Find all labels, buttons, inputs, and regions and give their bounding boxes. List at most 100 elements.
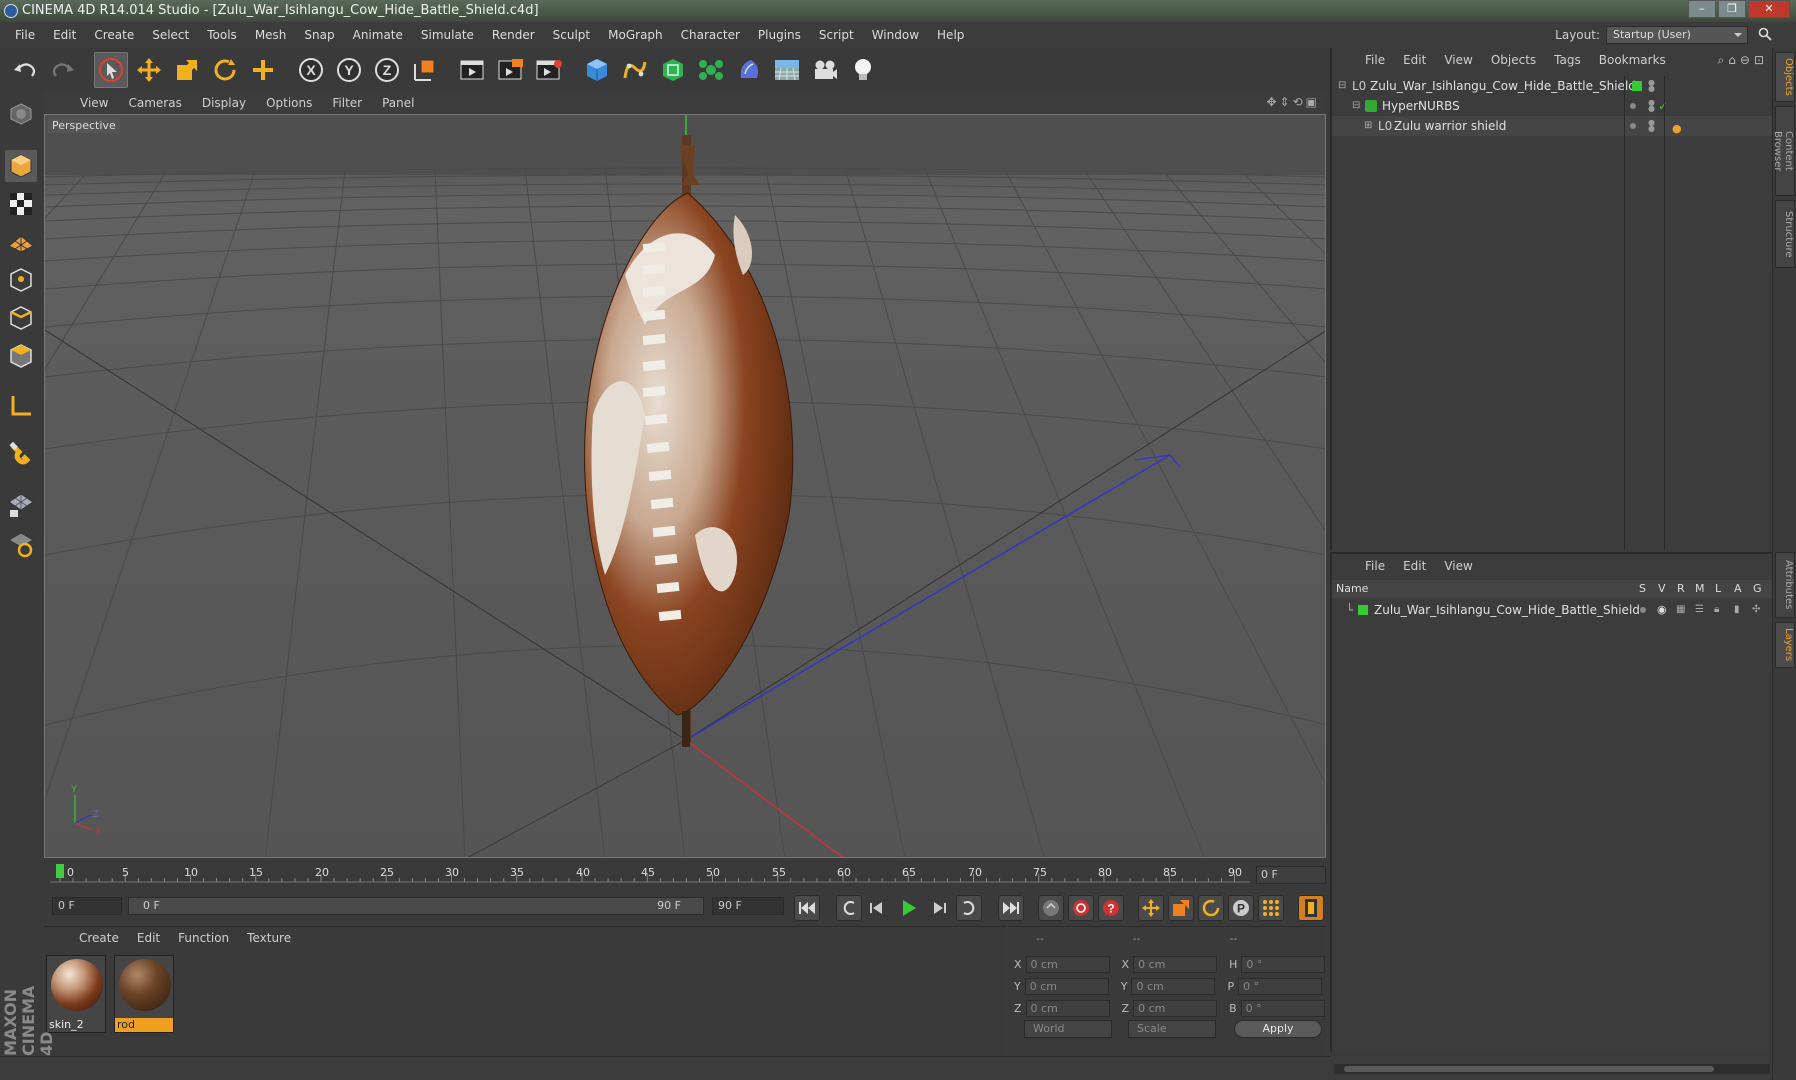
tree-row-root[interactable]: ⊟ L0 Zulu_War_Isihlangu_Cow_Hide_Battle_… — [1332, 76, 1774, 96]
cube-icon[interactable] — [580, 52, 614, 88]
rotation-p-field[interactable]: 0 ° — [1238, 977, 1323, 995]
menu-simulate[interactable]: Simulate — [412, 28, 483, 42]
live-selection-icon[interactable] — [94, 52, 128, 88]
preview-range-slider[interactable]: 0 F 90 F — [128, 897, 704, 915]
mograph-cloner-icon[interactable] — [694, 52, 728, 88]
menu-mesh[interactable]: Mesh — [246, 28, 296, 42]
play-icon[interactable] — [896, 895, 922, 921]
key-position-icon[interactable] — [1138, 895, 1164, 921]
snapping-magnet-icon[interactable] — [5, 438, 37, 470]
menu-snap[interactable]: Snap — [295, 28, 343, 42]
layers-menu-file[interactable]: File — [1356, 559, 1394, 573]
layer-color-icon[interactable] — [1358, 605, 1368, 615]
collapse-icon[interactable]: ⊟ — [1338, 76, 1346, 96]
rotate-icon[interactable] — [208, 52, 242, 88]
render-to-picture-viewer-icon[interactable] — [532, 52, 566, 88]
editor-visibility-icon[interactable] — [1630, 103, 1636, 109]
timeline-ruler[interactable]: 0 5 10 15 20 25 30 35 40 45 50 55 60 65 … — [44, 860, 1326, 890]
deformer-icon[interactable] — [732, 52, 766, 88]
previous-key-icon[interactable] — [836, 895, 862, 921]
menu-help[interactable]: Help — [928, 28, 973, 42]
key-pla-icon[interactable] — [1258, 895, 1284, 921]
next-key-icon[interactable] — [956, 895, 982, 921]
go-to-end-icon[interactable] — [998, 895, 1024, 921]
menu-tools[interactable]: Tools — [198, 28, 246, 42]
menu-animate[interactable]: Animate — [344, 28, 412, 42]
menu-script[interactable]: Script — [810, 28, 863, 42]
viewport-menu-filter[interactable]: Filter — [322, 96, 372, 110]
viewport-menu-options[interactable]: Options — [256, 96, 322, 110]
menu-edit[interactable]: Edit — [44, 28, 85, 42]
viewport-menu-panel[interactable]: Panel — [372, 96, 424, 110]
next-frame-icon[interactable] — [926, 895, 952, 921]
axis-mode-icon[interactable] — [5, 390, 37, 422]
render-toggle-icon[interactable]: ▦ — [1676, 600, 1685, 620]
menu-render[interactable]: Render — [483, 28, 544, 42]
material-menu-function[interactable]: Function — [169, 931, 238, 945]
viewport-menu-display[interactable]: Display — [192, 96, 256, 110]
solo-toggle-icon[interactable] — [1640, 607, 1646, 613]
position-z-field[interactable]: 0 cm — [1025, 999, 1110, 1017]
view-toggle-icon[interactable]: ◉ — [1657, 600, 1667, 620]
y-axis-lock-icon[interactable]: Y — [332, 52, 366, 88]
editor-visibility-icon[interactable] — [1630, 123, 1636, 129]
menu-character[interactable]: Character — [672, 28, 749, 42]
menu-sculpt[interactable]: Sculpt — [544, 28, 599, 42]
rotation-h-field[interactable]: 0 ° — [1241, 955, 1326, 973]
layers-menu-view[interactable]: View — [1435, 559, 1481, 573]
manager-toggle-icon[interactable]: ☰ — [1695, 600, 1704, 620]
viewport-perspective[interactable]: Y X Z Perspective — [44, 114, 1326, 858]
maximize-button[interactable]: ❐ — [1718, 0, 1746, 18]
coordinate-space-select[interactable]: World — [1024, 1020, 1112, 1038]
layers-menu-edit[interactable]: Edit — [1394, 559, 1435, 573]
visibility-dots-icon[interactable]: ● ● — [1648, 119, 1655, 133]
menu-file[interactable]: File — [6, 28, 44, 42]
size-x-field[interactable]: 0 cm — [1133, 955, 1218, 973]
menu-window[interactable]: Window — [863, 28, 928, 42]
texture-mode-icon[interactable] — [5, 188, 37, 220]
move-icon[interactable] — [132, 52, 166, 88]
minimize-button[interactable]: – — [1688, 0, 1716, 18]
material-menu-create[interactable]: Create — [70, 931, 128, 945]
polygons-mode-icon[interactable] — [5, 340, 37, 372]
size-z-field[interactable]: 0 cm — [1133, 999, 1218, 1017]
tab-structure[interactable]: Structure — [1775, 200, 1795, 268]
workplane-lock-icon[interactable] — [5, 488, 37, 520]
objects-menu-view[interactable]: View — [1435, 53, 1481, 67]
key-rotation-icon[interactable] — [1198, 895, 1224, 921]
undo-icon[interactable] — [8, 52, 42, 88]
keyframe-selection-icon[interactable]: ? — [1098, 895, 1124, 921]
go-to-start-icon[interactable] — [794, 895, 820, 921]
layer-row[interactable]: └ Zulu_War_Isihlangu_Cow_Hide_Battle_Shi… — [1332, 600, 1774, 620]
record-active-objects-icon[interactable] — [1038, 895, 1064, 921]
objects-menu-bookmarks[interactable]: Bookmarks — [1590, 53, 1675, 67]
visibility-dots-icon[interactable]: ● ● — [1648, 99, 1655, 113]
scrollbar-thumb[interactable] — [1344, 1066, 1714, 1072]
light-icon[interactable] — [846, 52, 880, 88]
menu-select[interactable]: Select — [143, 28, 198, 42]
visibility-dots-icon[interactable]: ● ● — [1648, 79, 1655, 93]
size-y-field[interactable]: 0 cm — [1131, 977, 1216, 995]
key-scale-icon[interactable] — [1168, 895, 1194, 921]
layer-horizontal-scrollbar[interactable] — [1334, 1064, 1770, 1074]
collapse-icon[interactable]: ⊟ — [1352, 96, 1360, 116]
previous-frame-icon[interactable] — [864, 895, 890, 921]
menu-create[interactable]: Create — [85, 28, 143, 42]
start-frame-field[interactable]: 0 F — [52, 897, 122, 915]
render-view-icon[interactable] — [456, 52, 490, 88]
objects-menu-objects[interactable]: Objects — [1482, 53, 1545, 67]
x-axis-lock-icon[interactable]: X — [294, 52, 328, 88]
add-object-icon[interactable] — [246, 52, 280, 88]
render-region-icon[interactable] — [494, 52, 528, 88]
layout-select[interactable]: Startup (User) — [1606, 26, 1748, 44]
objects-menu-tags[interactable]: Tags — [1545, 53, 1590, 67]
layer-color-icon[interactable] — [1632, 81, 1642, 91]
timeline-window-icon[interactable] — [1298, 895, 1324, 921]
end-frame-field[interactable]: 90 F — [712, 897, 784, 915]
current-frame-field[interactable]: 0 F — [1256, 866, 1326, 884]
material-swatch-skin[interactable]: skin_2 — [46, 955, 106, 1033]
material-tag-icon[interactable]: ● — [1672, 119, 1682, 139]
size-mode-select[interactable]: Scale — [1128, 1020, 1216, 1038]
edges-mode-icon[interactable] — [5, 302, 37, 334]
model-mode-icon[interactable] — [5, 150, 37, 182]
